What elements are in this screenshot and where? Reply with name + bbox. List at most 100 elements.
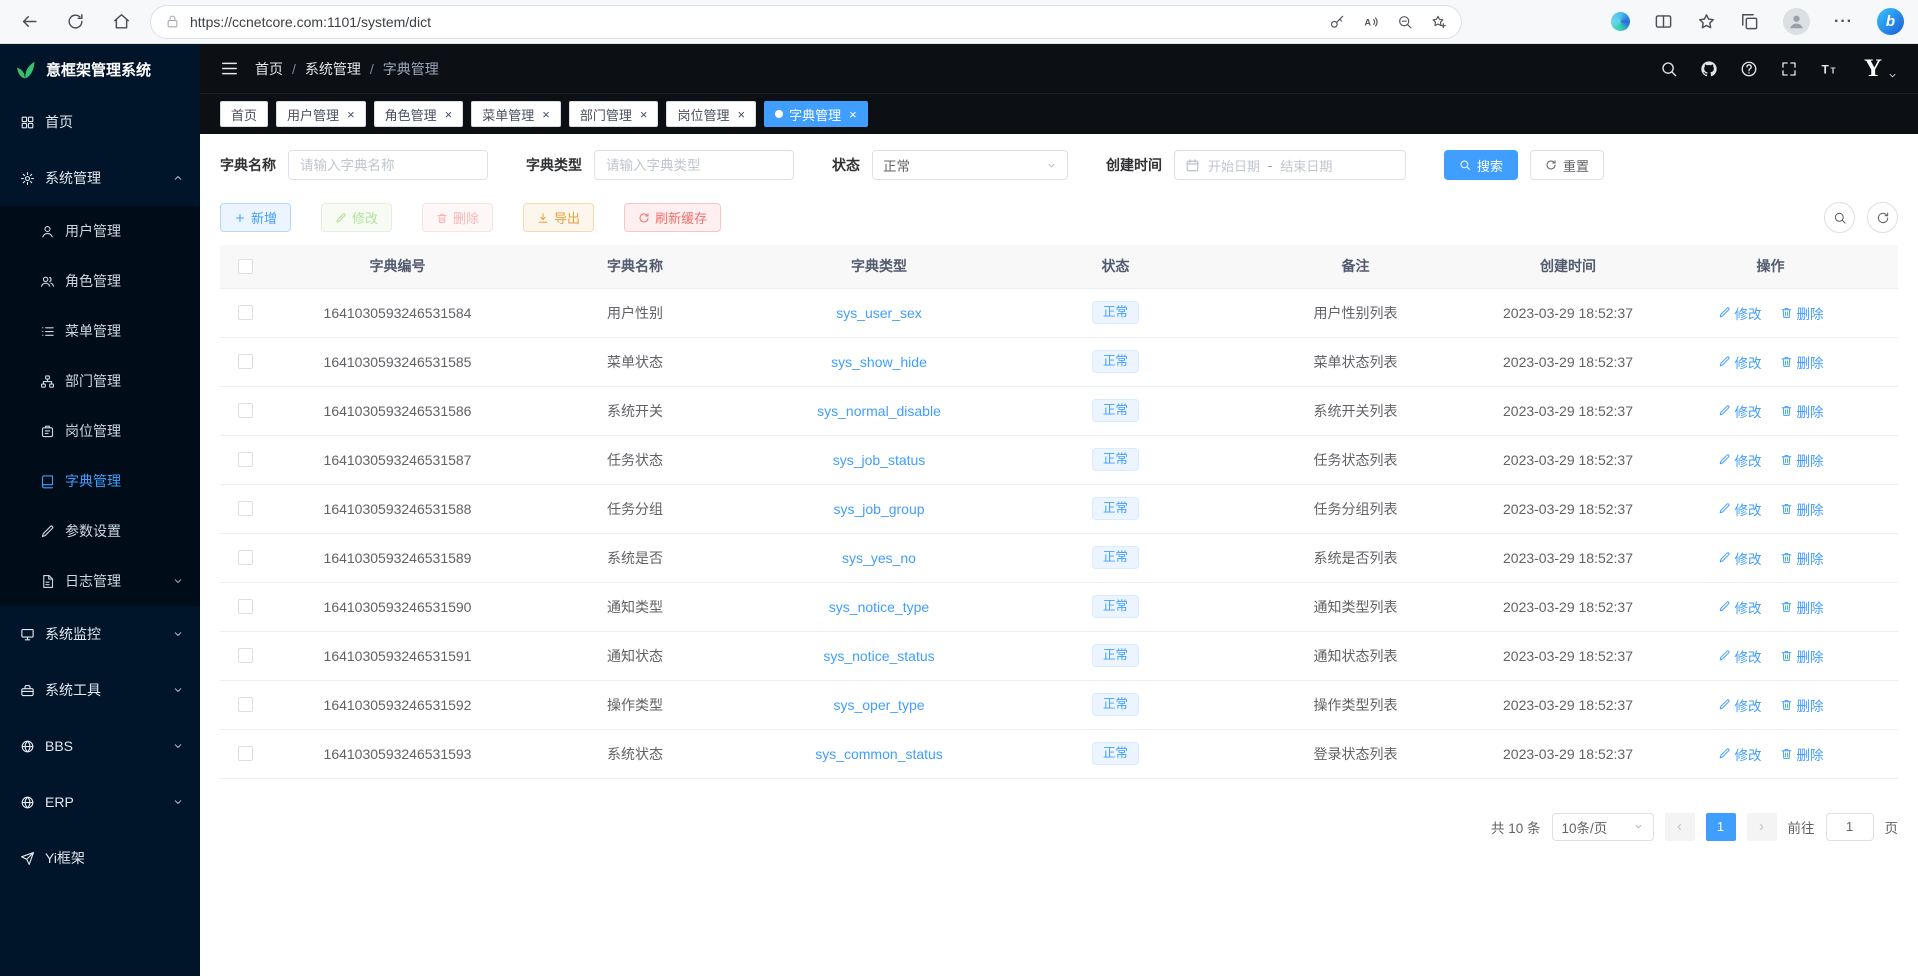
browser-profile-button[interactable] [1783,8,1810,35]
dict-type-link[interactable]: sys_yes_no [842,550,916,566]
tab-menu[interactable]: 菜单管理× [471,101,561,127]
row-delete-button[interactable]: 删除 [1780,450,1824,470]
row-delete-button[interactable]: 删除 [1780,352,1824,372]
split-screen-icon[interactable] [1654,12,1673,31]
font-size-button[interactable] [1820,60,1838,78]
extension-icon[interactable] [1611,12,1630,31]
dict-type-link[interactable]: sys_job_group [833,501,924,517]
sidebar-item-home[interactable]: 首页 [0,94,200,150]
tab-close-icon[interactable]: × [737,108,745,121]
row-edit-button[interactable]: 修改 [1718,499,1762,519]
refresh-table-button[interactable] [1867,202,1898,233]
tab-post[interactable]: 岗位管理× [666,101,756,127]
row-edit-button[interactable]: 修改 [1718,597,1762,617]
tab-close-icon[interactable]: × [445,108,453,121]
sidebar-item-erp[interactable]: ERP [0,774,200,830]
prev-page-button[interactable]: ‹ [1665,813,1695,841]
row-checkbox[interactable] [238,501,253,516]
row-checkbox[interactable] [238,550,253,565]
fullscreen-button[interactable] [1780,60,1798,78]
row-edit-button[interactable]: 修改 [1718,744,1762,764]
row-delete-button[interactable]: 删除 [1780,548,1824,568]
refresh-cache-button[interactable]: 刷新缓存 [624,203,721,232]
row-edit-button[interactable]: 修改 [1718,450,1762,470]
tab-close-icon[interactable]: × [640,108,648,121]
sidebar-item-dict[interactable]: 字典管理 [0,456,200,506]
tab-close-icon[interactable]: × [347,108,355,121]
row-checkbox[interactable] [238,746,253,761]
read-aloud-icon[interactable] [1363,14,1379,30]
row-delete-button[interactable]: 删除 [1780,303,1824,323]
row-delete-button[interactable]: 删除 [1780,597,1824,617]
row-delete-button[interactable]: 删除 [1780,646,1824,666]
row-edit-button[interactable]: 修改 [1718,352,1762,372]
goto-page-input[interactable] [1826,813,1874,841]
tab-close-icon[interactable]: × [849,108,857,121]
row-checkbox[interactable] [238,452,253,467]
row-edit-button[interactable]: 修改 [1718,646,1762,666]
github-button[interactable] [1700,60,1718,78]
row-checkbox[interactable] [238,697,253,712]
browser-home-button[interactable] [104,5,138,39]
sidebar-item-yiframe[interactable]: Yi框架 [0,830,200,886]
export-button[interactable]: 导出 [523,203,594,232]
next-page-button[interactable]: › [1747,813,1777,841]
dict-type-link[interactable]: sys_user_sex [836,305,922,321]
row-checkbox[interactable] [238,354,253,369]
breadcrumb-item-home[interactable]: 首页 [255,59,283,79]
row-delete-button[interactable]: 删除 [1780,695,1824,715]
browser-reload-button[interactable] [58,5,92,39]
dict-type-link[interactable]: sys_common_status [815,746,943,762]
delete-button[interactable]: 删除 [422,203,493,232]
collections-icon[interactable] [1740,12,1759,31]
row-checkbox[interactable] [238,305,253,320]
dict-type-link[interactable]: sys_notice_status [823,648,934,664]
row-edit-button[interactable]: 修改 [1718,695,1762,715]
row-delete-button[interactable]: 删除 [1780,744,1824,764]
browser-back-button[interactable] [12,5,46,39]
help-button[interactable] [1740,60,1758,78]
select-all-checkbox[interactable] [238,259,253,274]
dict-type-link[interactable]: sys_oper_type [833,697,924,713]
dict-type-input[interactable] [594,150,794,180]
tab-dept[interactable]: 部门管理× [569,101,659,127]
address-bar[interactable]: https://ccnetcore.com:1101/system/dict [150,5,1462,39]
row-delete-button[interactable]: 删除 [1780,401,1824,421]
sidebar-item-config[interactable]: 参数设置 [0,506,200,556]
sidebar-item-menu[interactable]: 菜单管理 [0,306,200,356]
status-select[interactable]: 正常 [872,150,1068,180]
browser-menu-button[interactable]: ··· [1834,13,1853,31]
reset-button[interactable]: 重置 [1530,150,1604,180]
sidebar-item-dept[interactable]: 部门管理 [0,356,200,406]
dict-type-link[interactable]: sys_job_status [833,452,926,468]
row-edit-button[interactable]: 修改 [1718,548,1762,568]
page-number-button[interactable]: 1 [1706,813,1736,841]
page-size-select[interactable]: 10条/页 [1552,813,1654,841]
sidebar-item-system[interactable]: 系统管理 [0,150,200,206]
row-delete-button[interactable]: 删除 [1780,499,1824,519]
dict-name-input[interactable] [288,150,488,180]
tab-dict[interactable]: 字典管理× [764,101,868,127]
add-favorite-icon[interactable] [1431,14,1447,30]
sidebar-item-post[interactable]: 岗位管理 [0,406,200,456]
row-checkbox[interactable] [238,599,253,614]
tab-close-icon[interactable]: × [542,108,550,121]
toggle-search-button[interactable] [1824,202,1855,233]
dict-type-link[interactable]: sys_notice_type [829,599,929,615]
user-menu[interactable]: Y [1864,56,1898,81]
sidebar-toggle-button[interactable] [220,59,239,78]
zoom-out-icon[interactable] [1397,14,1413,30]
sidebar-item-user[interactable]: 用户管理 [0,206,200,256]
row-checkbox[interactable] [238,403,253,418]
date-range-picker[interactable]: 开始日期 - 结束日期 [1174,150,1406,180]
sidebar-item-tool[interactable]: 系统工具 [0,662,200,718]
breadcrumb-item-system[interactable]: 系统管理 [305,59,361,79]
dict-type-link[interactable]: sys_normal_disable [817,403,941,419]
tab-role[interactable]: 角色管理× [374,101,464,127]
dict-type-link[interactable]: sys_show_hide [831,354,927,370]
search-button[interactable]: 搜索 [1444,150,1518,180]
sidebar-item-role[interactable]: 角色管理 [0,256,200,306]
edit-button[interactable]: 修改 [321,203,392,232]
sidebar-item-monitor[interactable]: 系统监控 [0,606,200,662]
row-checkbox[interactable] [238,648,253,663]
